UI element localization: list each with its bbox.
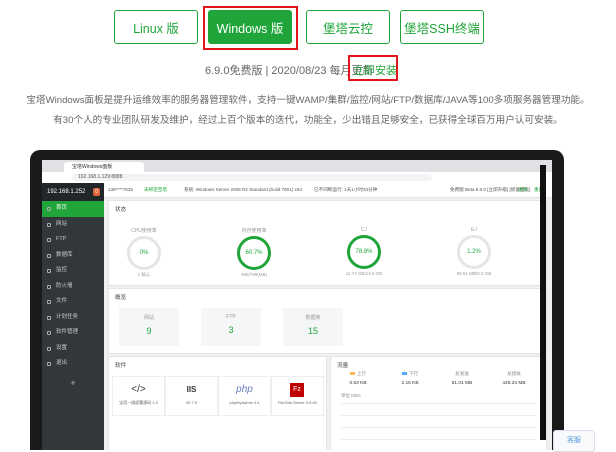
- cpu-gauge: CPU使用率 0% 1 核心: [121, 227, 167, 278]
- sidebar-item-software: 软件管理: [42, 325, 104, 341]
- browser-tab: 宝塔Windows面板: [64, 162, 144, 172]
- memory-ring: 60.7%: [237, 236, 271, 270]
- status-panel: 状态 CPU使用率 0% 1 核心 内存使用率 60.7% 465/799(MB…: [108, 200, 547, 286]
- gear-icon: [47, 346, 51, 351]
- sidebar-item-website: 网站: [42, 217, 104, 233]
- browser-tabbar: 宝塔Windows面板: [42, 160, 552, 172]
- update-link: 更新: [518, 187, 528, 192]
- software-item-deploy: </> 宝塔一键部署源码 1.0: [112, 376, 165, 416]
- highlight-install-box: [348, 55, 398, 81]
- disk-c-gauge: C:/ 78.8% 11.74 GB/14.9 GB: [345, 227, 383, 276]
- panel-sidebar: 192.168.1.252 0 首页 网站 FTP 数据库 监控 防火墙 文件 …: [42, 183, 104, 450]
- sidebar-item-files: 文件: [42, 294, 104, 310]
- sidebar-header: 192.168.1.252 0: [42, 183, 104, 201]
- overview-websites: 网站 9: [119, 308, 179, 346]
- disk-e-ring: 1.2%: [457, 235, 491, 269]
- chart-gridline: [341, 427, 536, 428]
- code-icon: </>: [131, 384, 146, 395]
- disk-e-gauge: E:/ 1.2% 59.51 MB/5.0 GB: [456, 227, 492, 276]
- globe-icon: [47, 222, 51, 227]
- shield-icon: [47, 284, 51, 289]
- customer-service-button[interactable]: 客服: [553, 430, 595, 452]
- chart-gridline: [341, 403, 536, 404]
- tab-linux[interactable]: Linux 版: [114, 10, 198, 44]
- software-panel: 软件 </> 宝塔一键部署源码 1.0 IIS IIS 7.5 php phpM…: [108, 356, 327, 450]
- description-line-2: 有30个人的专业团队研发及维护，经过上百个版本的迭代，功能全，少出错且足够安全，…: [53, 115, 563, 126]
- overview-database: 数据库 15: [283, 308, 343, 346]
- traffic-up: 上行 0.63 KB: [349, 371, 367, 386]
- address-field: 192.168.1.129:8888: [72, 174, 432, 181]
- sidebar-item-cron: 计划任务: [42, 310, 104, 326]
- tab-cloud-control[interactable]: 堡塔云控: [306, 10, 390, 44]
- traffic-unit: 单位:KB/s: [341, 393, 361, 398]
- software-item-filezilla: Fz FileZilla Server 0.9.60: [271, 376, 324, 416]
- bind-status: 未绑定宝塔: [144, 187, 167, 192]
- logout-icon: [47, 362, 51, 366]
- monitor-icon: [47, 269, 51, 273]
- panel-screenshot: 宝塔Windows面板 192.168.1.129:8888 192.168.1…: [42, 160, 552, 450]
- chart-gridline: [341, 415, 536, 416]
- download-tabs: Linux 版 Windows 版 堡塔云控 堡塔SSH终端: [0, 10, 616, 46]
- traffic-down: 下行 2.15 KB: [401, 371, 419, 386]
- database-icon: [47, 253, 51, 258]
- home-icon: [47, 207, 51, 211]
- sidebar-item-ftp: FTP: [42, 232, 104, 248]
- up-legend-icon: [349, 372, 355, 376]
- status-title: 状态: [115, 207, 127, 213]
- folder-icon: [47, 300, 51, 304]
- server-ip: 192.168.1.252: [47, 189, 86, 195]
- cpu-ring: 0%: [127, 236, 161, 270]
- traffic-total-sent: 总发送 81.01 MB: [451, 371, 473, 386]
- overview-panel: 概览 网站 9 FTP 3 数据库 15: [108, 288, 547, 354]
- down-legend-icon: [401, 372, 407, 376]
- ftp-icon: [47, 238, 51, 242]
- sidebar-item-logout: 退出: [42, 356, 104, 372]
- highlight-windows-box: [203, 6, 298, 50]
- uptime-info: 已不间断运行: 1天1小时33分钟: [314, 187, 378, 192]
- grid-icon: [47, 331, 51, 335]
- filezilla-icon: Fz: [290, 383, 304, 397]
- memory-gauge: 内存使用率 60.7% 465/799(MB): [231, 227, 277, 277]
- traffic-panel: 流量 上行 0.63 KB 下行 2.15 KB 总发送 81.01 MB 总接…: [330, 356, 547, 450]
- software-item-phpmyadmin: php phpMyAdmin 4.4: [218, 376, 271, 416]
- panel-topbar: 138****7535 未绑定宝塔 系统: Windows Server 200…: [104, 183, 552, 198]
- disk-c-ring: 78.8%: [347, 235, 381, 269]
- software-item-iis: IIS IIS 7.5: [165, 376, 218, 416]
- sidebar-item-settings: 设置: [42, 341, 104, 357]
- software-title: 软件: [115, 363, 127, 369]
- overview-ftp: FTP 3: [201, 308, 261, 346]
- sidebar-item-home: 首页: [42, 201, 104, 217]
- clock-icon: [47, 315, 51, 320]
- iis-icon: IIS: [186, 385, 197, 394]
- notice-badge: 0: [93, 188, 100, 196]
- sidebar-item-monitor: 监控: [42, 263, 104, 279]
- traffic-title: 流量: [337, 363, 349, 369]
- chart-gridline: [341, 439, 536, 440]
- add-menu-icon: +: [70, 377, 76, 388]
- system-info: 系统: Windows Server 2008 R2 Standard (bui…: [184, 187, 302, 192]
- sidebar-item-database: 数据库: [42, 248, 104, 264]
- overview-title: 概览: [115, 295, 127, 301]
- sidebar-item-firewall: 防火墙: [42, 279, 104, 295]
- php-icon: php: [236, 384, 253, 395]
- traffic-total-received: 总接收 448.24 MB: [502, 371, 526, 386]
- user-account: 138****7535: [108, 187, 134, 192]
- page-scrollbar[interactable]: [540, 165, 546, 440]
- description-line-1: 宝塔Windows面板是提升运维效率的服务器管理软件，支持一键WAMP/集群/监…: [26, 95, 590, 106]
- tab-ssh-terminal[interactable]: 堡塔SSH终端: [400, 10, 484, 44]
- laptop-frame: 宝塔Windows面板 192.168.1.129:8888 192.168.1…: [30, 150, 564, 450]
